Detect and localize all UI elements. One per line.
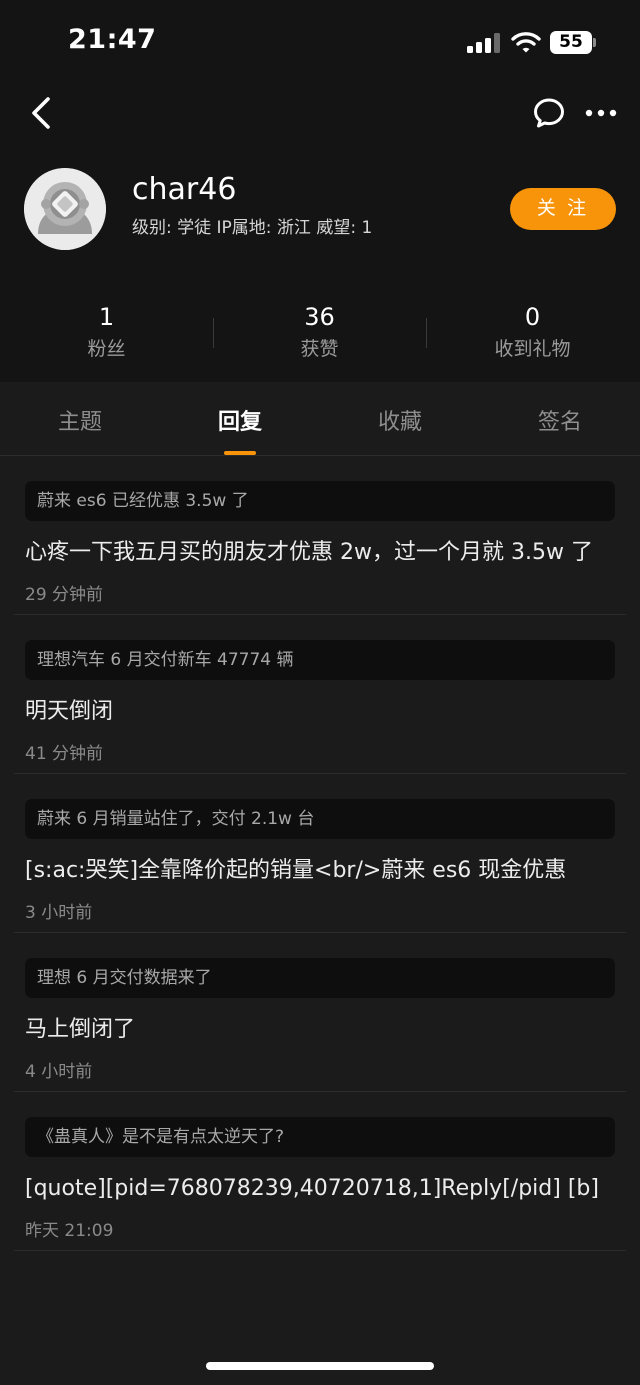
- reply-content: 心疼一下我五月买的朋友才优惠 2w，过一个月就 3.5w 了: [25, 540, 593, 565]
- stat-likes[interactable]: 36 获赞: [213, 300, 426, 364]
- stats-bar: 1 粉丝 36 获赞 0 收到礼物: [0, 300, 640, 370]
- reply-list: 蔚来 es6 已经优惠 3.5w 了 心疼一下我五月买的朋友才优惠 2w，过一个…: [0, 456, 640, 1251]
- list-item[interactable]: 《蛊真人》是不是有点太逆天了? [quote][pid=768078239,40…: [14, 1092, 626, 1251]
- user-meta: 级别: 学徒 IP属地: 浙江 威望: 1: [132, 218, 373, 238]
- wifi-icon: [511, 32, 541, 53]
- list-item[interactable]: 蔚来 6 月销量站住了，交付 2.1w 台 [s:ac:哭笑]全靠降价起的销量<…: [14, 774, 626, 933]
- tab-bar: 主题 回复 收藏 签名: [0, 382, 640, 456]
- stat-fans[interactable]: 1 粉丝: [0, 300, 213, 364]
- reply-content: 马上倒闭了: [25, 1017, 136, 1042]
- reply-topic[interactable]: 蔚来 es6 已经优惠 3.5w 了: [25, 481, 615, 521]
- reply-topic[interactable]: 《蛊真人》是不是有点太逆天了?: [25, 1117, 615, 1157]
- reply-time: 4 小时前: [25, 1062, 93, 1082]
- stat-label: 获赞: [300, 338, 339, 360]
- cellular-signal-icon: [467, 33, 501, 53]
- list-item[interactable]: 蔚来 es6 已经优惠 3.5w 了 心疼一下我五月买的朋友才优惠 2w，过一个…: [14, 456, 626, 615]
- reply-time: 3 小时前: [25, 903, 93, 923]
- list-item[interactable]: 理想汽车 6 月交付新车 47774 辆 明天倒闭 41 分钟前: [14, 615, 626, 774]
- stat-value: 36: [304, 303, 335, 331]
- reply-topic[interactable]: 理想汽车 6 月交付新车 47774 辆: [25, 640, 615, 680]
- diving-helmet-icon: [24, 168, 106, 250]
- reply-content: [quote][pid=768078239,40720718,1]Reply[/…: [25, 1176, 599, 1201]
- more-icon[interactable]: [584, 100, 618, 126]
- reply-content: 明天倒闭: [25, 699, 114, 724]
- tab-signature[interactable]: 签名: [480, 404, 640, 436]
- content-panel: 主题 回复 收藏 签名 蔚来 es6 已经优惠 3.5w 了 心疼一下我五月买的…: [0, 382, 640, 1385]
- active-tab-indicator: [224, 451, 256, 455]
- stat-value: 0: [524, 303, 541, 331]
- reply-time: 29 分钟前: [25, 585, 104, 605]
- profile-screen: 21:47 55 char46 级别: 学徒 IP属地: 浙江 威望: 1 关 …: [0, 0, 640, 1385]
- message-icon[interactable]: [532, 96, 566, 130]
- status-time: 21:47: [68, 24, 157, 55]
- status-bar: 21:47 55: [0, 0, 640, 84]
- back-icon[interactable]: [26, 94, 60, 132]
- tab-topics[interactable]: 主题: [0, 404, 160, 436]
- stat-value: 1: [98, 303, 115, 331]
- reply-content: [s:ac:哭笑]全靠降价起的销量<br/>蔚来 es6 现金优惠: [25, 858, 567, 883]
- reply-topic[interactable]: 理想 6 月交付数据来了: [25, 958, 615, 998]
- list-item[interactable]: 理想 6 月交付数据来了 马上倒闭了 4 小时前: [14, 933, 626, 1092]
- battery-level: 55: [559, 32, 583, 52]
- battery-icon: 55: [550, 31, 596, 54]
- tab-favorites[interactable]: 收藏: [320, 404, 480, 436]
- reply-time: 41 分钟前: [25, 744, 104, 764]
- reply-topic[interactable]: 蔚来 6 月销量站住了，交付 2.1w 台: [25, 799, 615, 839]
- avatar[interactable]: [24, 168, 106, 250]
- reply-time: 昨天 21:09: [25, 1221, 114, 1241]
- username: char46: [132, 172, 237, 207]
- home-indicator[interactable]: [206, 1362, 434, 1370]
- tab-replies[interactable]: 回复: [160, 404, 320, 436]
- stat-label: 粉丝: [87, 338, 126, 360]
- follow-button[interactable]: 关 注: [510, 188, 616, 230]
- stat-label: 收到礼物: [494, 338, 571, 360]
- stat-gifts[interactable]: 0 收到礼物: [426, 300, 639, 364]
